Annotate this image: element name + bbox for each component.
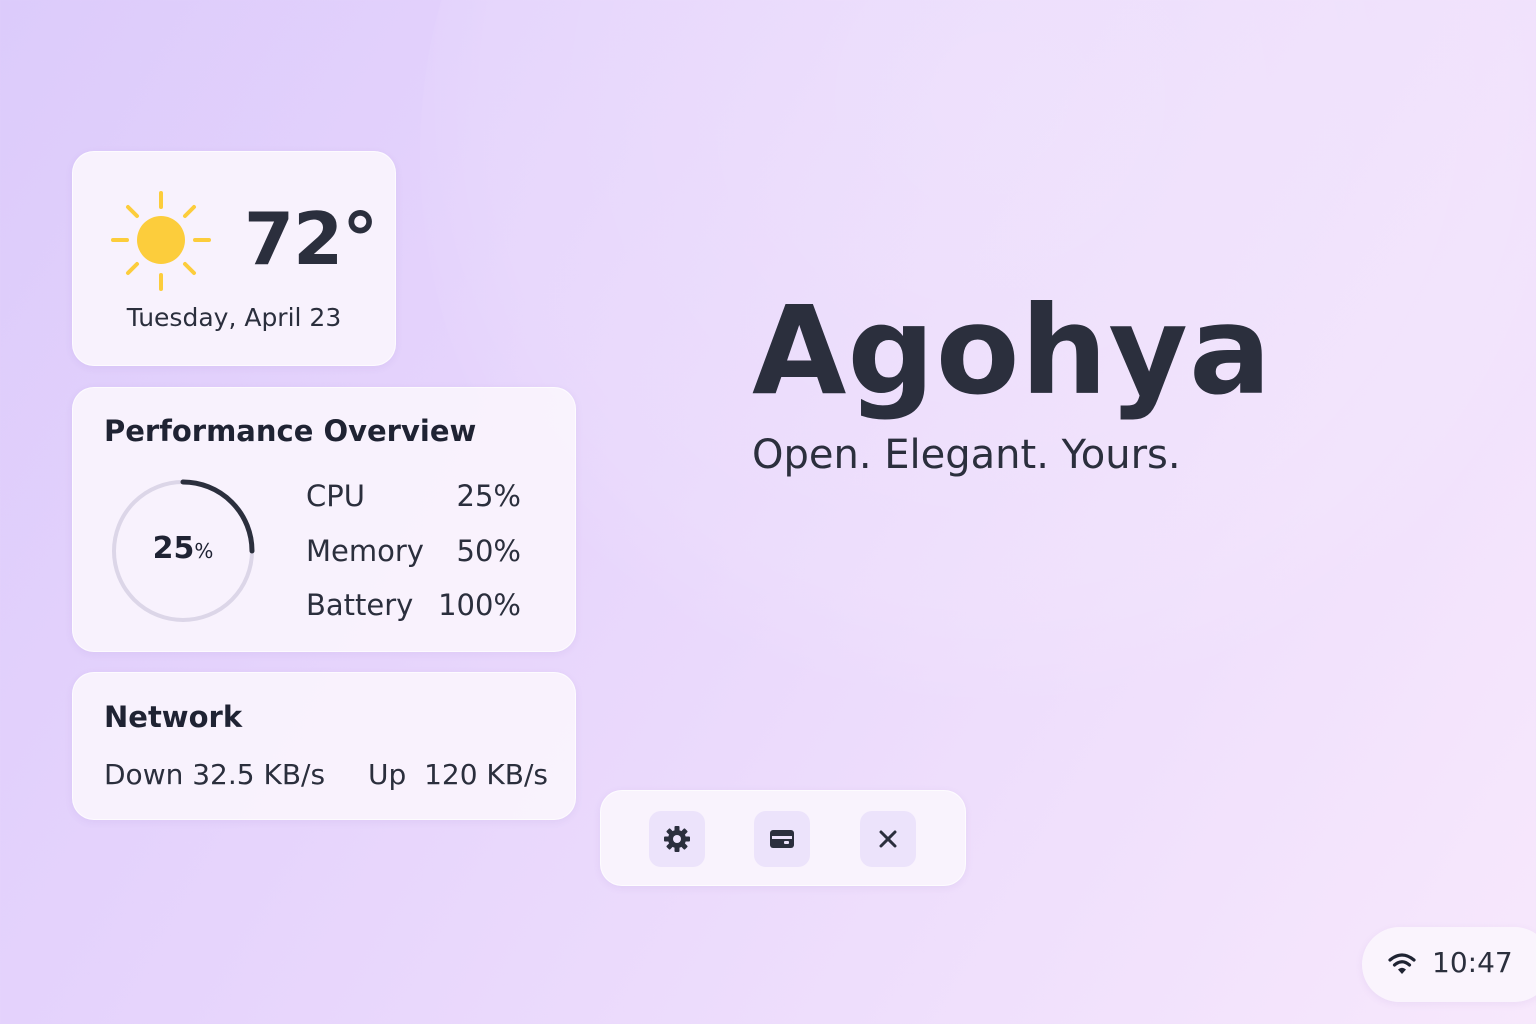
stat-label-cpu: CPU bbox=[306, 479, 365, 513]
network-title: Network bbox=[104, 700, 243, 734]
network-widget bbox=[72, 672, 576, 820]
wifi-icon[interactable] bbox=[1387, 950, 1417, 978]
stat-value-memory: 50% bbox=[456, 534, 521, 568]
wallet-icon bbox=[770, 830, 794, 848]
network-up: Up 120 KB/s bbox=[368, 758, 549, 791]
stat-value-cpu: 25% bbox=[456, 479, 521, 513]
stat-value-battery: 100% bbox=[438, 588, 521, 622]
network-down: Down 32.5 KB/s bbox=[104, 758, 326, 791]
gauge-value: 25% bbox=[152, 531, 214, 566]
brand-title: Agohya bbox=[752, 280, 1273, 422]
stat-label-memory: Memory bbox=[306, 534, 424, 568]
brand-tagline: Open. Elegant. Yours. bbox=[752, 432, 1181, 478]
clock: 10:47 bbox=[1432, 946, 1513, 979]
sun-icon bbox=[111, 191, 211, 291]
settings-button[interactable] bbox=[649, 811, 705, 867]
stat-label-battery: Battery bbox=[306, 588, 414, 622]
gear-icon bbox=[664, 826, 690, 852]
close-icon bbox=[879, 830, 897, 848]
performance-title: Performance Overview bbox=[104, 414, 477, 448]
date-label: Tuesday, April 23 bbox=[126, 303, 342, 332]
temperature: 72° bbox=[244, 197, 378, 281]
wallet-button[interactable] bbox=[754, 811, 810, 867]
close-button[interactable] bbox=[860, 811, 916, 867]
